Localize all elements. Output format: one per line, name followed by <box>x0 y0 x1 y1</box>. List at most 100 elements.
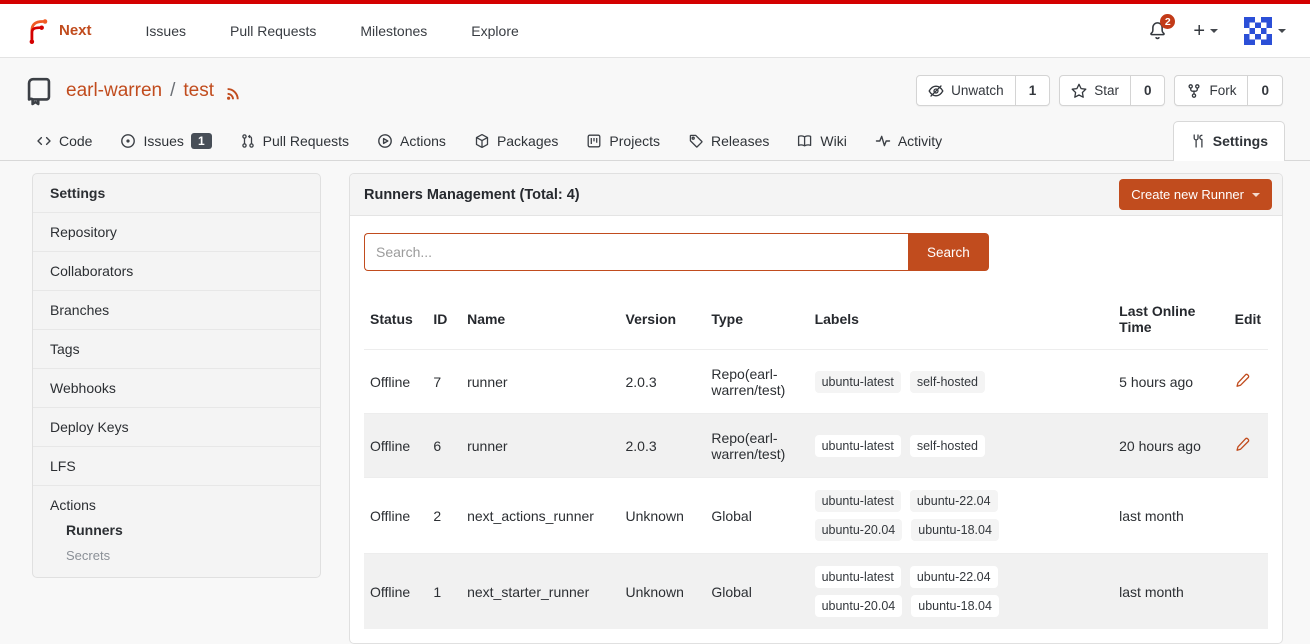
brand-label: Next <box>59 22 92 39</box>
fork-button[interactable]: Fork <box>1175 76 1247 105</box>
sidebar-item-collaborators[interactable]: Collaborators <box>33 251 320 290</box>
tab-pull-requests[interactable]: Pull Requests <box>229 122 360 160</box>
star-button[interactable]: Star <box>1060 76 1130 105</box>
page: Next Issues Pull Requests Milestones Exp… <box>0 0 1310 644</box>
tab-settings-label: Settings <box>1213 133 1268 149</box>
tab-settings[interactable]: Settings <box>1173 121 1285 161</box>
tab-activity[interactable]: Activity <box>864 122 953 160</box>
runner-id: 7 <box>427 350 461 414</box>
sidebar-item-lfs[interactable]: LFS <box>33 446 320 485</box>
create-new-runner-button[interactable]: Create new Runner <box>1119 179 1272 210</box>
forks-count[interactable]: 0 <box>1247 76 1282 105</box>
stars-count[interactable]: 0 <box>1130 76 1165 105</box>
nav-item-milestones[interactable]: Milestones <box>342 15 445 47</box>
nav-item-issues[interactable]: Issues <box>128 15 204 47</box>
label-chip: ubuntu-latest <box>815 490 901 512</box>
runner-id: 6 <box>427 414 461 478</box>
repo-title: earl-warren / test <box>24 76 242 106</box>
sidebar-item-webhooks[interactable]: Webhooks <box>33 368 320 407</box>
settings-sidebar: Settings Repository Collaborators Branch… <box>32 173 321 578</box>
create-new-dropdown[interactable]: + <box>1193 21 1218 41</box>
runner-edit-cell <box>1229 554 1268 630</box>
runner-status: Offline <box>364 554 427 630</box>
search-input[interactable] <box>364 233 908 271</box>
avatar <box>1244 17 1272 45</box>
header-edit: Edit <box>1229 289 1268 350</box>
rss-feed-icon[interactable] <box>224 83 242 101</box>
edit-pencil-icon[interactable] <box>1235 437 1250 452</box>
header-last-online-time: Last Online Time <box>1113 289 1228 350</box>
runner-type: Repo(earl-warren/test) <box>705 414 808 478</box>
book-icon <box>797 133 813 149</box>
tab-releases[interactable]: Releases <box>677 122 780 160</box>
table-row: Offline 6 runner 2.0.3 Repo(earl-warren/… <box>364 414 1268 478</box>
watchers-count[interactable]: 1 <box>1015 76 1050 105</box>
chevron-down-icon <box>1210 29 1218 33</box>
sidebar-item-tags[interactable]: Tags <box>33 329 320 368</box>
star-button-group: Star 0 <box>1059 75 1165 106</box>
repo-name-link[interactable]: test <box>183 80 214 102</box>
tab-wiki[interactable]: Wiki <box>786 122 857 160</box>
notifications-button[interactable]: 2 <box>1148 21 1167 40</box>
sidebar-item-branches[interactable]: Branches <box>33 290 320 329</box>
nav-item-explore[interactable]: Explore <box>453 15 536 47</box>
tab-releases-label: Releases <box>711 133 769 149</box>
header-name: Name <box>461 289 619 350</box>
runners-panel-header: Runners Management (Total: 4) Create new… <box>350 174 1282 216</box>
tag-icon <box>688 133 704 149</box>
runners-panel: Runners Management (Total: 4) Create new… <box>349 173 1283 644</box>
sidebar-item-deploy-keys[interactable]: Deploy Keys <box>33 407 320 446</box>
runner-last-online: last month <box>1113 554 1228 630</box>
runner-id: 1 <box>427 554 461 630</box>
nav-item-pull-requests[interactable]: Pull Requests <box>212 15 334 47</box>
header-status: Status <box>364 289 427 350</box>
label-chip: ubuntu-20.04 <box>815 519 903 541</box>
chevron-down-icon <box>1252 193 1260 197</box>
notification-count-badge: 2 <box>1160 14 1175 29</box>
tab-actions[interactable]: Actions <box>366 122 457 160</box>
tab-issues-label: Issues <box>143 133 183 149</box>
tab-projects[interactable]: Projects <box>575 122 671 160</box>
label-chip: ubuntu-18.04 <box>911 519 999 541</box>
unwatch-label: Unwatch <box>951 83 1004 98</box>
pull-request-icon <box>240 133 256 149</box>
repo-tabbar: Code Issues 1 <box>0 121 1310 161</box>
runner-version: Unknown <box>620 478 706 554</box>
tab-packages[interactable]: Packages <box>463 122 569 160</box>
forgejo-logo-brand[interactable]: Next <box>24 17 92 44</box>
runner-name: next_starter_runner <box>461 554 619 630</box>
header-id: ID <box>427 289 461 350</box>
create-new-runner-label: Create new Runner <box>1131 187 1244 202</box>
repo-owner-link[interactable]: earl-warren <box>66 80 162 102</box>
user-menu[interactable] <box>1244 17 1286 45</box>
runner-version: 2.0.3 <box>620 350 706 414</box>
label-chip: ubuntu-latest <box>815 566 901 588</box>
table-header-row: Status ID Name Version Type Labels Last … <box>364 289 1268 350</box>
tab-issues[interactable]: Issues 1 <box>109 122 222 160</box>
fork-icon <box>1186 83 1202 99</box>
edit-pencil-icon[interactable] <box>1235 373 1250 388</box>
label-chip: ubuntu-latest <box>815 435 901 457</box>
sidebar-item-repository[interactable]: Repository <box>33 212 320 251</box>
sidebar-item-runners[interactable]: Runners <box>33 517 320 543</box>
navbar-left: Next Issues Pull Requests Milestones Exp… <box>24 15 537 47</box>
runner-last-online: last month <box>1113 478 1228 554</box>
runner-status: Offline <box>364 350 427 414</box>
search-button[interactable]: Search <box>908 233 989 271</box>
runners-panel-body: Search Status ID Name Version Type Label… <box>350 216 1282 643</box>
table-row: Offline 2 next_actions_runner Unknown Gl… <box>364 478 1268 554</box>
issues-count-badge: 1 <box>191 133 212 149</box>
sidebar-item-secrets[interactable]: Secrets <box>33 543 320 568</box>
page-title: Runners Management (Total: 4) <box>364 187 580 203</box>
label-chip: self-hosted <box>910 371 985 393</box>
page-content: earl-warren / test <box>0 58 1310 644</box>
sidebar-item-actions[interactable]: Actions <box>33 486 320 517</box>
runner-type: Global <box>705 478 808 554</box>
runner-labels: ubuntu-latest self-hosted <box>809 350 1114 414</box>
watch-button-group: Unwatch 1 <box>916 75 1050 106</box>
fork-label: Fork <box>1209 83 1236 98</box>
unwatch-button[interactable]: Unwatch <box>917 76 1015 105</box>
tools-icon <box>1190 133 1206 149</box>
tab-activity-label: Activity <box>898 133 942 149</box>
tab-code[interactable]: Code <box>25 122 103 160</box>
